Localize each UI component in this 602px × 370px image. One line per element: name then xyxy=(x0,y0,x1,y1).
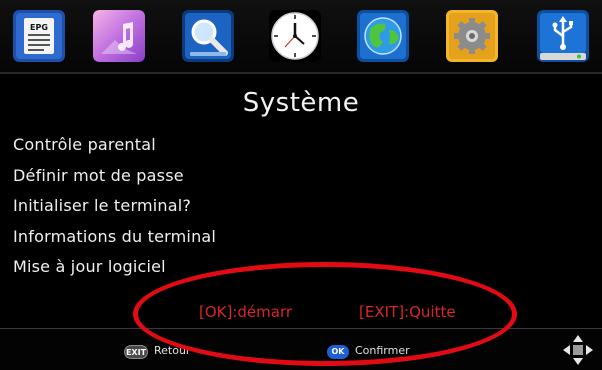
ok-key-badge: OK xyxy=(327,345,349,359)
ok-start-hint: [OK]:démarr xyxy=(199,303,293,321)
clock-icon[interactable] xyxy=(269,10,321,62)
usb-icon[interactable] xyxy=(537,10,589,62)
back-label: Retour xyxy=(154,344,191,357)
menu-item-set-password[interactable]: Définir mot de passe xyxy=(13,165,216,196)
bottom-key-bar: EXIT Retour OK Confirmer xyxy=(0,328,602,370)
media-icon[interactable] xyxy=(93,10,145,62)
top-icon-bar: EPG xyxy=(0,0,602,74)
exit-key-badge: EXIT xyxy=(124,345,148,359)
exit-quit-hint: [EXIT]:Quitte xyxy=(359,303,456,321)
epg-icon[interactable]: EPG xyxy=(13,10,65,62)
settings-gear-icon[interactable] xyxy=(446,10,498,62)
tv-screen: EPG Système Contrôle parental Définir mo… xyxy=(0,0,602,370)
globe-icon[interactable] xyxy=(357,10,409,62)
settings-menu: Contrôle parental Définir mot de passe I… xyxy=(13,134,216,287)
search-icon[interactable] xyxy=(182,10,234,62)
navigation-arrows-icon xyxy=(563,335,593,365)
epg-icon-label: EPG xyxy=(30,23,48,32)
confirm-label: Confirmer xyxy=(355,344,410,357)
menu-item-terminal-info[interactable]: Informations du terminal xyxy=(13,226,216,257)
menu-item-software-update[interactable]: Mise à jour logiciel xyxy=(13,256,216,287)
page-title: Système xyxy=(242,88,360,118)
menu-item-factory-reset[interactable]: Initialiser le terminal? xyxy=(13,195,216,226)
menu-item-parental-control[interactable]: Contrôle parental xyxy=(13,134,216,165)
